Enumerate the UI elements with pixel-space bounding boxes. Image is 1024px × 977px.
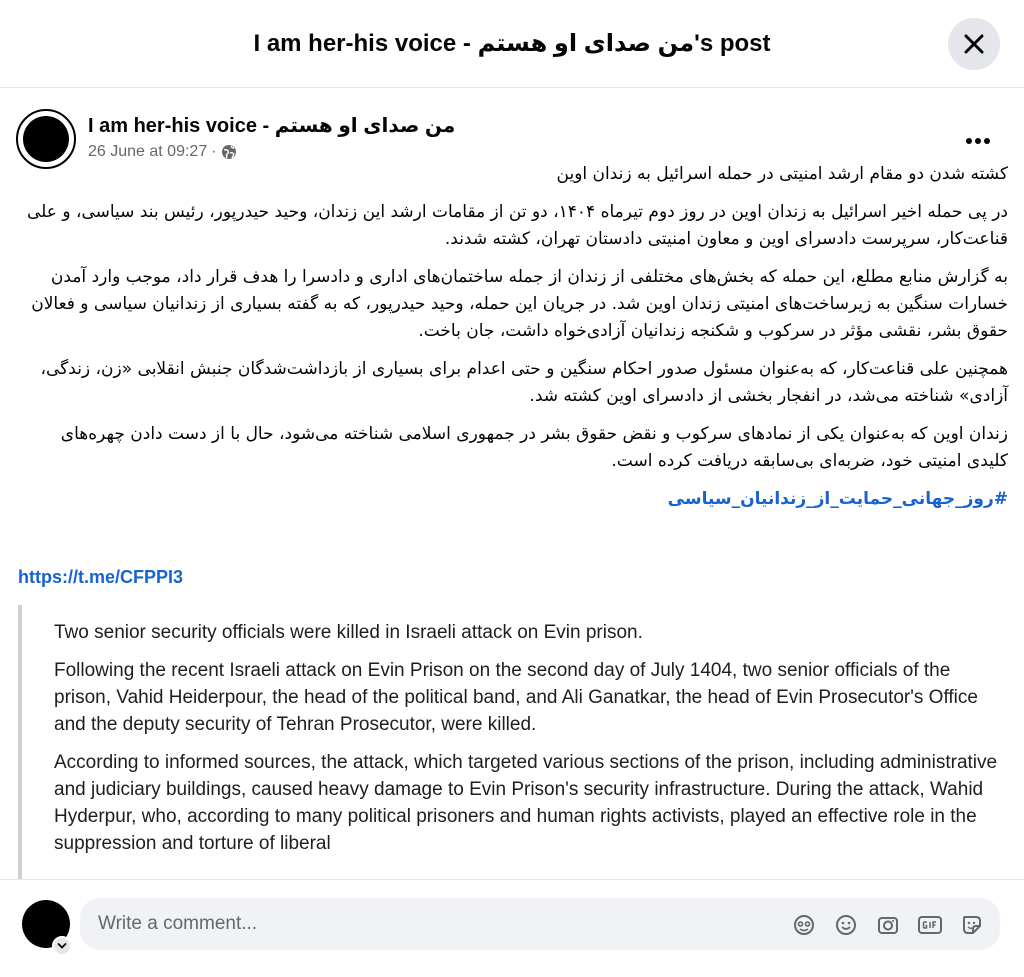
dialog-title: I am her-his voice - من صدای او هستم's p… bbox=[253, 30, 771, 57]
quote-paragraph: Two senior security officials were kille… bbox=[54, 622, 643, 643]
close-icon bbox=[964, 34, 984, 54]
author-avatar[interactable] bbox=[16, 109, 76, 169]
emoji-icon[interactable] bbox=[832, 911, 860, 939]
gif-icon[interactable] bbox=[916, 911, 944, 939]
more-options-button[interactable] bbox=[960, 123, 996, 159]
post-timestamp[interactable]: 26 June at 09:27 bbox=[88, 143, 207, 161]
post-header: I am her-his voice - من صدای او هستم 26 … bbox=[14, 107, 1010, 169]
post-meta: 26 June at 09:27 · bbox=[88, 143, 237, 161]
avatar-image bbox=[23, 116, 69, 162]
comment-bar: Write a comment... bbox=[0, 879, 1024, 977]
post-paragraph: زندان اوین که به‌عنوان یکی از نمادهای سر… bbox=[60, 424, 1008, 471]
dialog-header: I am her-his voice - من صدای او هستم's p… bbox=[0, 0, 1024, 88]
more-dots-icon bbox=[966, 138, 990, 144]
profile-switch-button[interactable] bbox=[52, 936, 72, 956]
sticker-icon[interactable] bbox=[958, 911, 986, 939]
post-content: I am her-his voice - من صدای او هستم 26 … bbox=[0, 89, 1024, 879]
camera-icon[interactable] bbox=[874, 911, 902, 939]
globe-icon[interactable] bbox=[221, 144, 237, 160]
quote-paragraph: Following the recent Israeli attack on E… bbox=[54, 660, 978, 735]
chevron-down-icon bbox=[57, 943, 67, 949]
avatar-sticker-icon[interactable] bbox=[790, 911, 818, 939]
close-button[interactable] bbox=[948, 18, 1000, 70]
meta-separator: · bbox=[211, 143, 217, 160]
post-paragraph: در پی حمله اخیر اسرائیل به زندان اوین در… bbox=[27, 202, 1008, 249]
post-paragraph: به گزارش منابع مطلع، این حمله که بخش‌های… bbox=[31, 267, 1008, 341]
quoted-translation: Two senior security officials were kille… bbox=[18, 605, 1008, 879]
comment-tools bbox=[790, 911, 986, 939]
telegram-link[interactable]: https://t.me/CFPPI3 bbox=[18, 567, 183, 588]
quote-paragraph: According to informed sources, the attac… bbox=[54, 752, 998, 854]
comment-input[interactable]: Write a comment... bbox=[80, 898, 1000, 950]
author-name[interactable]: I am her-his voice - من صدای او هستم bbox=[88, 113, 455, 138]
post-paragraph: همچنین علی قناعت‌کار، که به‌عنوان مسئول … bbox=[40, 359, 1008, 406]
hashtag-link[interactable]: #روز_جهانی_حمایت_از_زندانیان_سیاسی bbox=[16, 486, 1008, 513]
post-body-persian: کشته شدن دو مقام ارشد امنیتی در حمله اسر… bbox=[16, 161, 1008, 513]
comment-placeholder: Write a comment... bbox=[98, 913, 258, 934]
post-paragraph: کشته شدن دو مقام ارشد امنیتی در حمله اسر… bbox=[556, 164, 1008, 184]
